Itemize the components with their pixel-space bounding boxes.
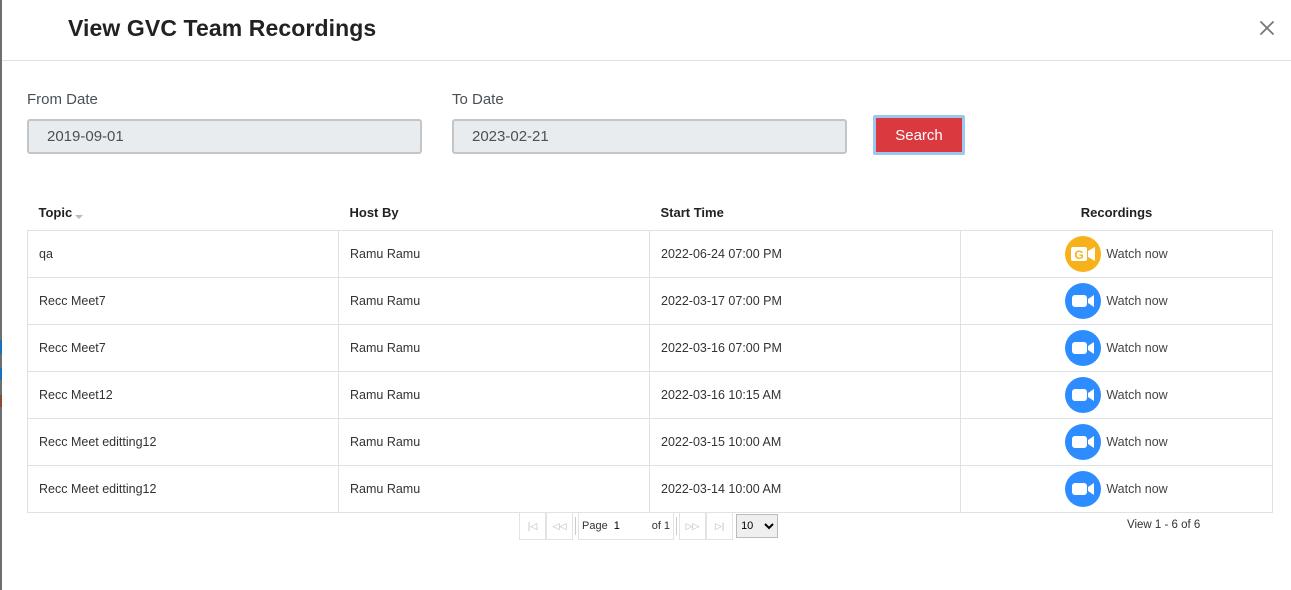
page-label: Page <box>582 520 608 532</box>
zoom-video-icon <box>1065 423 1102 460</box>
cell-recordings: Watch now <box>960 323 1273 372</box>
watch-now-label: Watch now <box>1106 293 1168 308</box>
gvc-logo-icon: G <box>1065 235 1102 272</box>
watch-now-label: Watch now <box>1106 246 1168 261</box>
zoom-video-icon <box>1065 376 1102 413</box>
cell-topic: Recc Meet7 <box>27 276 339 325</box>
prev-page-button[interactable]: ◁◁ <box>546 512 573 540</box>
from-date-label: From Date <box>27 91 98 108</box>
cell-host: Ramu Ramu <box>338 417 650 466</box>
zoom-video-icon <box>1065 470 1102 507</box>
cell-topic: Recc Meet12 <box>27 370 339 419</box>
cell-start-time: 2022-03-17 07:00 PM <box>649 276 961 325</box>
column-header-topic[interactable]: Topic <box>27 196 339 231</box>
svg-text:G: G <box>1075 248 1084 262</box>
table-row: qa Ramu Ramu 2022-06-24 07:00 PM G Watch now <box>27 229 1273 278</box>
first-page-icon: |◁ <box>527 520 538 531</box>
cell-recordings: G Watch now <box>960 229 1273 278</box>
cell-host: Ramu Ramu <box>338 229 650 278</box>
cell-host: Ramu Ramu <box>338 464 650 513</box>
watch-now-label: Watch now <box>1106 481 1168 496</box>
column-header-host[interactable]: Host By <box>338 196 650 231</box>
next-page-button[interactable]: ▷▷ <box>679 512 707 540</box>
search-button[interactable]: Search <box>873 115 965 155</box>
cell-recordings: Watch now <box>960 276 1273 325</box>
next-page-icon: ▷▷ <box>685 520 700 531</box>
table-row: Recc Meet editting12 Ramu Ramu 2022-03-14 … <box>27 464 1273 513</box>
page-total-label: of 1 <box>651 520 671 532</box>
cell-topic: Recc Meet7 <box>27 323 339 372</box>
watch-now-link[interactable]: Watch now <box>1065 329 1168 366</box>
column-header-recordings[interactable]: Recordings <box>960 196 1273 231</box>
to-date-label: To Date <box>452 91 504 108</box>
cell-host: Ramu Ramu <box>338 323 650 372</box>
cell-topic: qa <box>27 229 339 278</box>
page-number-input[interactable] <box>611 516 648 536</box>
close-icon <box>1260 21 1274 35</box>
watch-now-label: Watch now <box>1106 340 1168 355</box>
recordings-table: Topic Host By Start Time Recordings qa Ra… <box>27 196 1273 513</box>
last-page-icon: ▷| <box>714 520 725 531</box>
table-row: Recc Meet7 Ramu Ramu 2022-03-16 07:00 PM Wa… <box>27 323 1273 372</box>
watch-now-label: Watch now <box>1106 434 1168 449</box>
zoom-video-icon <box>1065 329 1102 366</box>
last-page-button[interactable]: ▷| <box>706 512 734 540</box>
cell-host: Ramu Ramu <box>338 370 650 419</box>
modal-title: View GVC Team Recordings <box>68 15 377 41</box>
to-date-input[interactable] <box>452 119 847 154</box>
cell-recordings: Watch now <box>960 464 1273 513</box>
watch-now-link[interactable]: Watch now <box>1065 282 1168 319</box>
cell-recordings: Watch now <box>960 417 1273 466</box>
table-row: Recc Meet editting12 Ramu Ramu 2022-03-15 … <box>27 417 1273 466</box>
watch-now-link[interactable]: Watch now <box>1065 423 1168 460</box>
from-date-input[interactable] <box>27 119 422 154</box>
cell-start-time: 2022-06-24 07:00 PM <box>649 229 961 278</box>
zoom-video-icon <box>1065 282 1102 319</box>
watch-now-link[interactable]: G Watch now <box>1065 235 1168 272</box>
view-records-info: View 1 - 6 of 6 <box>1127 519 1201 531</box>
table-row: Recc Meet12 Ramu Ramu 2022-03-16 10:15 AM W… <box>27 370 1273 419</box>
background-window-edge <box>0 0 2 590</box>
cell-host: Ramu Ramu <box>338 276 650 325</box>
watch-now-link[interactable]: Watch now <box>1065 470 1168 507</box>
prev-page-icon: ◁◁ <box>552 520 567 531</box>
watch-now-label: Watch now <box>1106 387 1168 402</box>
pagination-bar: |◁ ◁◁ Page of 1 ▷▷ ▷| 10 <box>519 512 779 540</box>
cell-start-time: 2022-03-16 07:00 PM <box>649 323 961 372</box>
first-page-button[interactable]: |◁ <box>519 512 546 540</box>
cell-recordings: Watch now <box>960 370 1273 419</box>
sort-caret-icon <box>75 215 84 220</box>
page-input-group: Page of 1 <box>578 512 675 540</box>
close-button[interactable] <box>1253 14 1281 42</box>
modal-header: View GVC Team Recordings <box>2 0 1291 61</box>
table-header-row: Topic Host By Start Time Recordings <box>27 196 1273 231</box>
rows-per-page-select[interactable]: 10 <box>736 514 779 538</box>
column-header-start-time[interactable]: Start Time <box>649 196 961 231</box>
cell-topic: Recc Meet editting12 <box>27 464 339 513</box>
watch-now-link[interactable]: Watch now <box>1065 376 1168 413</box>
cell-start-time: 2022-03-14 10:00 AM <box>649 464 961 513</box>
cell-start-time: 2022-03-15 10:00 AM <box>649 417 961 466</box>
cell-topic: Recc Meet editting12 <box>27 417 339 466</box>
cell-start-time: 2022-03-16 10:15 AM <box>649 370 961 419</box>
table-row: Recc Meet7 Ramu Ramu 2022-03-17 07:00 PM Wa… <box>27 276 1273 325</box>
